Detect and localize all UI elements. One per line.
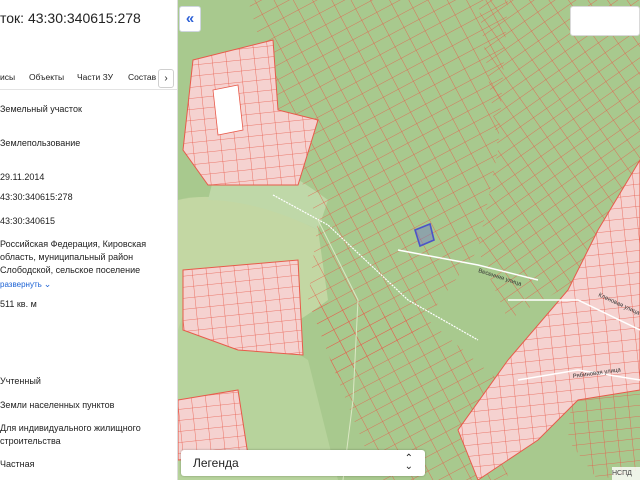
expand-link-label: развернуть [0, 280, 42, 289]
tab-composition[interactable]: Состав [128, 72, 156, 82]
address-line-3: Слободской, сельское поселение [0, 265, 141, 275]
legend-dropdown[interactable]: Легенда ⌃ ⌄ [181, 450, 425, 476]
cadastral-quarter-value[interactable]: 43:30:340615 [0, 215, 55, 228]
chevron-down-icon: ⌄ [43, 279, 52, 289]
address-line-2: область, муниципальный район [0, 252, 134, 262]
map-layer: Весенняя улица Кленовая улица Рябиновая … [178, 0, 640, 480]
area-value: 511 кв. м [0, 299, 37, 309]
registration-date-value: 29.11.2014 [0, 172, 45, 182]
address-line-1: Российская Федерация, Кировская [0, 239, 147, 249]
tab-objects[interactable]: Объекты [29, 72, 64, 82]
cadastral-number-value[interactable]: 43:30:340615:278 [0, 191, 73, 204]
land-category-value: Земли населенных пунктов [0, 400, 115, 410]
ownership-form-value: Частная [0, 459, 35, 469]
map-canvas[interactable]: Весенняя улица Кленовая улица Рябиновая … [178, 0, 640, 480]
legend-label: Легенда [193, 456, 239, 470]
expand-address-link[interactable]: развернуть ⌄ [0, 278, 51, 291]
panel-tabs: исы Объекты Части ЗУ Состав › [0, 68, 177, 90]
map-copyright: НСПД [612, 467, 640, 480]
info-panel: ток: 43:30:340615:278 исы Объекты Части … [0, 0, 178, 480]
large-building [212, 84, 244, 136]
object-type-value: Земельный участок [0, 104, 82, 114]
permitted-use-line-1: Для индивидуального жилищного [0, 423, 141, 433]
tab-parts[interactable]: Части ЗУ [77, 72, 113, 82]
tabs-scroll-right-button[interactable]: › [158, 69, 174, 88]
permitted-use-line-2: строительства [0, 436, 61, 446]
tab-descriptions[interactable]: исы [0, 72, 15, 82]
object-kind-value: Землепользование [0, 138, 81, 148]
panel-title: ток: 43:30:340615:278 [0, 10, 141, 26]
updown-chevron-icon: ⌃ ⌄ [404, 453, 413, 472]
status-value: Учтенный [0, 376, 41, 386]
map-search-box[interactable] [570, 6, 640, 36]
collapse-panel-button[interactable]: « [179, 6, 201, 32]
